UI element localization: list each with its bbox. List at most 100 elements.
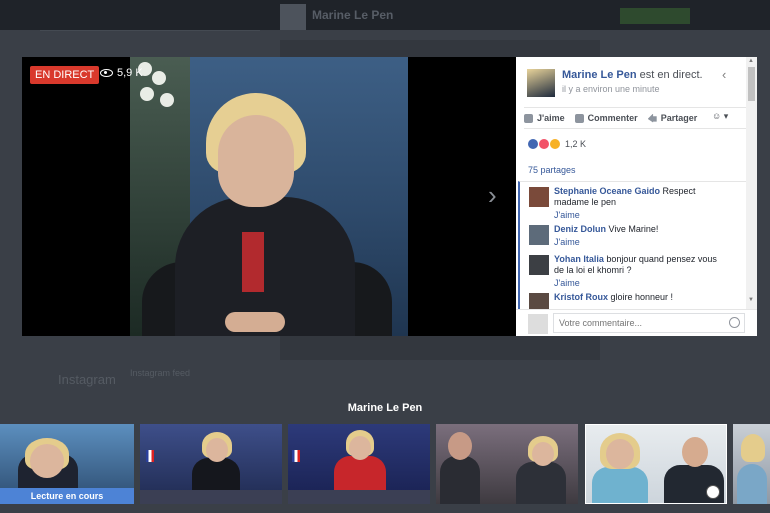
comment-item: Yohan Italia bonjour quand pensez vous d… xyxy=(520,250,746,288)
love-reaction-icon xyxy=(539,139,549,149)
comment-body: Vive Marine! xyxy=(606,224,659,234)
author-name-link[interactable]: Marine Le Pen xyxy=(562,69,637,81)
commenter-avatar[interactable] xyxy=(529,225,549,245)
background-page-avatar xyxy=(280,4,306,30)
orchid-petal xyxy=(160,93,174,107)
reactions-summary[interactable]: 1,2 K xyxy=(528,139,586,149)
playlist-title: Marine Le Pen xyxy=(347,402,423,414)
scroll-down-icon[interactable]: ▼ xyxy=(748,297,754,303)
playlist-thumbnail[interactable] xyxy=(140,424,282,504)
flag-icon xyxy=(146,450,154,462)
chevron-left-icon[interactable]: ‹ xyxy=(722,67,726,82)
comment-like-link[interactable]: J'aime xyxy=(554,278,746,288)
comment-like-link[interactable]: J'aime xyxy=(554,237,746,247)
thumbnail-figure xyxy=(516,462,566,504)
current-user-avatar xyxy=(528,314,548,334)
share-label: Partager xyxy=(660,113,698,123)
thumbnail-desk xyxy=(140,490,282,504)
thumbnail-figure xyxy=(440,456,480,504)
playlist-thumbnail-current[interactable]: Lecture en cours xyxy=(0,424,134,504)
caret-down-icon: ▾ xyxy=(723,111,729,121)
orchid-petal xyxy=(140,87,154,101)
thumbnail-face xyxy=(349,436,371,460)
divider xyxy=(40,30,260,31)
live-side-panel: Marine Le Pen est en direct. il y a envi… xyxy=(516,57,757,336)
now-playing-label: Lecture en cours xyxy=(0,488,134,504)
playlist-strip: Lecture en cours xyxy=(0,424,770,504)
timestamp[interactable]: il y a environ une minute xyxy=(562,84,660,94)
audience-selector[interactable]: ☺ ▾ xyxy=(712,111,728,122)
comment-text: Deniz Dolun Vive Marine! xyxy=(554,224,724,235)
comment-item: Kristof Roux gloire honneur ! xyxy=(520,288,746,309)
thumbs-up-icon xyxy=(524,113,533,123)
comment-text: Yohan Italia bonjour quand pensez vous d… xyxy=(554,254,724,276)
commenter-name[interactable]: Deniz Dolun xyxy=(554,224,606,234)
eye-icon xyxy=(100,69,113,77)
speaker-shirt xyxy=(242,232,264,292)
clock-icon xyxy=(706,485,720,499)
like-label: J'aime xyxy=(537,113,565,123)
live-badge: EN DIRECT xyxy=(30,66,100,84)
thumbnail-figure xyxy=(592,467,648,503)
comment-icon xyxy=(574,113,584,123)
panel-header: Marine Le Pen est en direct. il y a envi… xyxy=(516,57,746,103)
chevron-right-icon[interactable]: › xyxy=(488,181,497,209)
thumbnail-face xyxy=(532,442,554,466)
like-button[interactable]: J'aime xyxy=(524,113,565,123)
scrollbar-thumb[interactable] xyxy=(748,67,755,101)
orchid-petal xyxy=(152,71,166,85)
speaker-hands xyxy=(225,312,285,332)
comment-label: Commenter xyxy=(587,113,638,123)
thumbnail-figure xyxy=(737,464,767,504)
comment-like-link[interactable]: J'aime xyxy=(554,210,746,220)
playlist-thumbnail[interactable] xyxy=(733,424,770,504)
comment-body: gloire honneur ! xyxy=(608,292,674,302)
wow-reaction-icon xyxy=(550,139,560,149)
user-icon: ☺ xyxy=(712,111,722,121)
share-button[interactable]: Partager xyxy=(647,113,698,123)
background-follow-button xyxy=(620,8,690,24)
playlist-thumbnail[interactable] xyxy=(288,424,430,504)
author-line: Marine Le Pen est en direct. xyxy=(562,69,703,81)
playlist-thumbnail[interactable] xyxy=(436,424,578,504)
like-reaction-icon xyxy=(528,139,538,149)
thumbnail-desk xyxy=(288,490,430,504)
shares-link[interactable]: 75 partages xyxy=(528,165,576,175)
comments-scrollbar[interactable]: ▲ ▼ xyxy=(746,57,757,309)
comments-list[interactable]: Stephanie Oceane Gaido Respect madame le… xyxy=(518,181,746,309)
commenter-name[interactable]: Kristof Roux xyxy=(554,292,608,302)
live-status-text: est en direct. xyxy=(636,69,703,81)
live-video-frame[interactable] xyxy=(130,57,408,336)
video-player[interactable]: EN DIRECT 5,9 K › xyxy=(22,57,516,336)
comment-text: Kristof Roux gloire honneur ! xyxy=(554,292,724,303)
reactions-count: 1,2 K xyxy=(565,139,587,149)
thumbnail-face xyxy=(682,437,708,467)
thumbnail-face xyxy=(448,432,472,460)
comment-item: Deniz Dolun Vive Marine! J'aime xyxy=(520,220,746,250)
commenter-name[interactable]: Stephanie Oceane Gaido xyxy=(554,186,660,196)
playlist-thumbnail[interactable] xyxy=(585,424,727,504)
author-avatar[interactable] xyxy=(527,69,555,97)
speaker-face xyxy=(218,115,294,207)
share-icon xyxy=(647,113,657,123)
background-instagram-sub: Instagram feed xyxy=(130,368,191,378)
background-instagram-label: Instagram xyxy=(58,372,116,387)
viewer-count-value: 5,9 K xyxy=(117,67,143,79)
commenter-avatar[interactable] xyxy=(529,293,549,309)
commenter-avatar[interactable] xyxy=(529,255,549,275)
thumbnail-face xyxy=(606,439,634,469)
comment-item: Stephanie Oceane Gaido Respect madame le… xyxy=(520,182,746,220)
comment-composer xyxy=(516,309,757,336)
background-page-name: Marine Le Pen xyxy=(312,8,394,22)
comment-button[interactable]: Commenter xyxy=(574,113,638,123)
comment-input[interactable] xyxy=(553,313,745,333)
commenter-avatar[interactable] xyxy=(529,187,549,207)
thumbnail-face xyxy=(206,438,228,462)
scroll-up-icon[interactable]: ▲ xyxy=(748,58,754,64)
flag-icon xyxy=(292,450,300,462)
comment-text: Stephanie Oceane Gaido Respect madame le… xyxy=(554,186,724,208)
background-post-actions xyxy=(280,375,600,387)
commenter-name[interactable]: Yohan Italia xyxy=(554,254,604,264)
thumbnail-hair xyxy=(741,434,765,462)
emoji-icon[interactable] xyxy=(729,317,740,328)
